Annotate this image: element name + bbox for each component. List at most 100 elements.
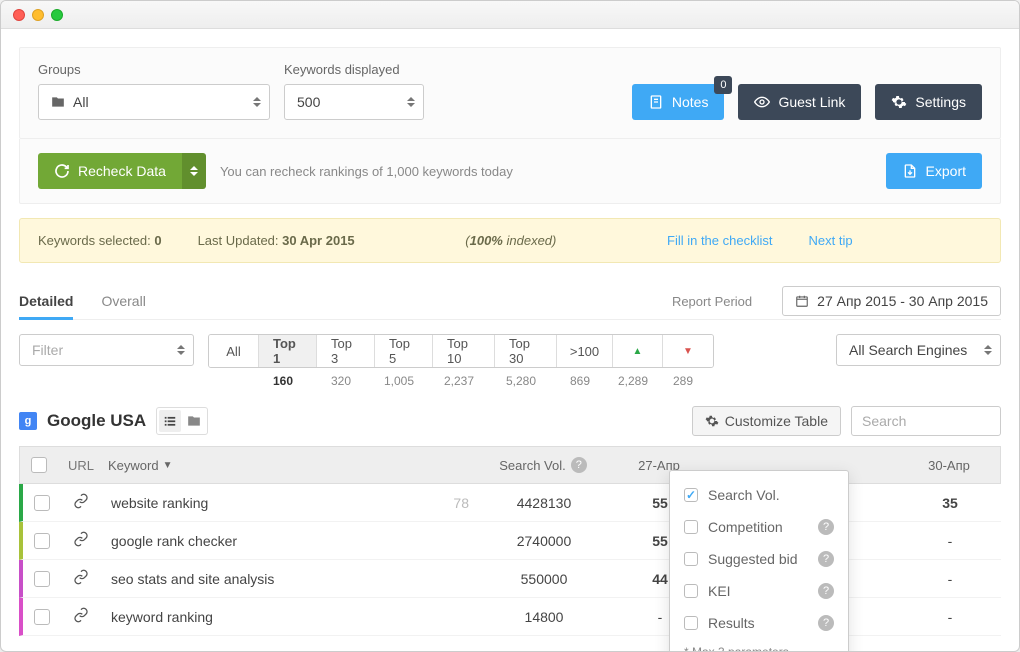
- row-checkbox[interactable]: [34, 609, 50, 625]
- calendar-icon: [795, 294, 809, 308]
- col-url[interactable]: URL: [58, 458, 98, 473]
- row-checkbox[interactable]: [34, 533, 50, 549]
- export-icon: [902, 163, 918, 179]
- datasource-title: Google USA: [47, 411, 146, 431]
- help-icon[interactable]: ?: [818, 583, 834, 599]
- rank-count: 869: [552, 374, 608, 388]
- notes-button[interactable]: Notes 0: [632, 84, 725, 120]
- guest-link-label: Guest Link: [778, 94, 845, 110]
- dropdown-item-label: KEI: [708, 583, 731, 599]
- rank-count: 1,005: [370, 374, 428, 388]
- eye-icon: [754, 94, 770, 110]
- minimize-window-button[interactable]: [32, 9, 44, 21]
- dropdown-item-label: Suggested bid: [708, 551, 798, 567]
- notes-badge: 0: [714, 76, 732, 94]
- datasource-toolbar: g Google USA Customize Table Search: [19, 406, 1001, 436]
- recheck-dropdown-toggle[interactable]: [182, 153, 206, 189]
- search-placeholder: Search: [862, 413, 906, 429]
- help-icon[interactable]: ?: [571, 457, 587, 473]
- filter-select[interactable]: Filter: [19, 334, 194, 366]
- dropdown-item-label: Results: [708, 615, 755, 631]
- groups-label: Groups: [38, 62, 270, 77]
- dropdown-checkbox[interactable]: [684, 552, 698, 566]
- select-all-checkbox[interactable]: [31, 457, 47, 473]
- recheck-row: Recheck Data You can recheck rankings of…: [19, 139, 1001, 204]
- link-icon[interactable]: [61, 569, 101, 588]
- settings-button[interactable]: Settings: [875, 84, 982, 120]
- search-engine-select[interactable]: All Search Engines: [836, 334, 1001, 366]
- search-engine-value: All Search Engines: [849, 342, 967, 358]
- row-checkbox[interactable]: [34, 571, 50, 587]
- help-icon[interactable]: ?: [818, 519, 834, 535]
- rank-segment-all[interactable]: All: [209, 335, 259, 367]
- dropdown-item-suggested-bid[interactable]: Suggested bid?: [670, 543, 848, 575]
- report-period-picker[interactable]: 27 Апр 2015 - 30 Апр 2015: [782, 286, 1001, 316]
- view-tabs: Detailed Overall Report Period 27 Апр 20…: [19, 285, 1001, 320]
- dropdown-item-kei[interactable]: KEI?: [670, 575, 848, 607]
- dropdown-item-label: Search Vol.: [708, 487, 780, 503]
- export-button[interactable]: Export: [886, 153, 982, 189]
- tab-detailed[interactable]: Detailed: [19, 285, 73, 320]
- table-row[interactable]: google rank checker274000055-: [19, 522, 1001, 560]
- date2-cell: 35: [899, 495, 1001, 511]
- report-period-value: 27 Апр 2015 - 30 Апр 2015: [817, 293, 988, 309]
- notes-label: Notes: [672, 94, 709, 110]
- recheck-data-button[interactable]: Recheck Data: [38, 153, 206, 189]
- table-row[interactable]: seo stats and site analysis55000044-: [19, 560, 1001, 598]
- dropdown-item-results[interactable]: Results?: [670, 607, 848, 639]
- col-date-2[interactable]: 30-Апр: [898, 458, 1000, 473]
- rank-down-filter[interactable]: ▼: [663, 335, 713, 367]
- col-search-vol[interactable]: Search Vol. ?: [478, 457, 608, 473]
- keywords-displayed-label: Keywords displayed: [284, 62, 424, 77]
- view-mode-toggle: [156, 407, 208, 435]
- keywords-displayed-select[interactable]: 500: [284, 84, 424, 120]
- row-checkbox[interactable]: [34, 495, 50, 511]
- dropdown-item-competition[interactable]: Competition?: [670, 511, 848, 543]
- folder-icon: [51, 95, 65, 109]
- dropdown-checkbox[interactable]: [684, 520, 698, 534]
- search-input[interactable]: Search: [851, 406, 1001, 436]
- dropdown-checkbox[interactable]: [684, 488, 698, 502]
- link-icon[interactable]: [61, 607, 101, 626]
- groups-select[interactable]: All: [38, 84, 270, 120]
- rank-segment-top30[interactable]: Top 30: [495, 335, 557, 367]
- recheck-label: Recheck Data: [78, 163, 166, 179]
- checklist-link[interactable]: Fill in the checklist: [667, 233, 772, 248]
- close-window-button[interactable]: [13, 9, 25, 21]
- tab-overall[interactable]: Overall: [101, 285, 145, 317]
- col-keyword[interactable]: Keyword ▼: [98, 458, 438, 473]
- chevron-updown-icon: [253, 97, 261, 107]
- rank-up-filter[interactable]: ▲: [613, 335, 663, 367]
- guest-link-button[interactable]: Guest Link: [738, 84, 861, 120]
- link-icon[interactable]: [61, 531, 101, 550]
- rank-count: 5,280: [490, 374, 552, 388]
- settings-label: Settings: [915, 94, 966, 110]
- dropdown-item-search-vol-[interactable]: Search Vol.: [670, 479, 848, 511]
- export-label: Export: [926, 163, 966, 179]
- folder-view-button[interactable]: [183, 410, 205, 432]
- rank-segment-100[interactable]: >100: [557, 335, 613, 367]
- list-view-button[interactable]: [159, 410, 181, 432]
- next-tip-link[interactable]: Next tip: [808, 233, 852, 248]
- link-icon[interactable]: [61, 493, 101, 512]
- rank-segment-top3[interactable]: Top 3: [317, 335, 375, 367]
- keywords-selected: Keywords selected: 0: [38, 233, 162, 248]
- customize-table-button[interactable]: Customize Table: [692, 406, 841, 436]
- dropdown-checkbox[interactable]: [684, 616, 698, 630]
- sort-desc-icon: ▼: [163, 460, 173, 471]
- rank-segment-top1[interactable]: Top 1: [259, 335, 317, 367]
- rank-segment-top10[interactable]: Top 10: [433, 335, 495, 367]
- rank-count: 320: [312, 374, 370, 388]
- maximize-window-button[interactable]: [51, 9, 63, 21]
- rank-filter-counts: 1603201,0052,2375,2808692,289289: [208, 374, 714, 388]
- table-row[interactable]: website ranking7844281305535: [19, 484, 1001, 522]
- help-icon[interactable]: ?: [818, 551, 834, 567]
- help-icon[interactable]: ?: [818, 615, 834, 631]
- rank-count: [208, 374, 254, 388]
- table-row[interactable]: keyword ranking14800--: [19, 598, 1001, 636]
- keyword-cell: website ranking: [101, 495, 439, 511]
- dropdown-checkbox[interactable]: [684, 584, 698, 598]
- titlebar: [1, 1, 1019, 29]
- date2-cell: -: [899, 571, 1001, 587]
- rank-segment-top5[interactable]: Top 5: [375, 335, 433, 367]
